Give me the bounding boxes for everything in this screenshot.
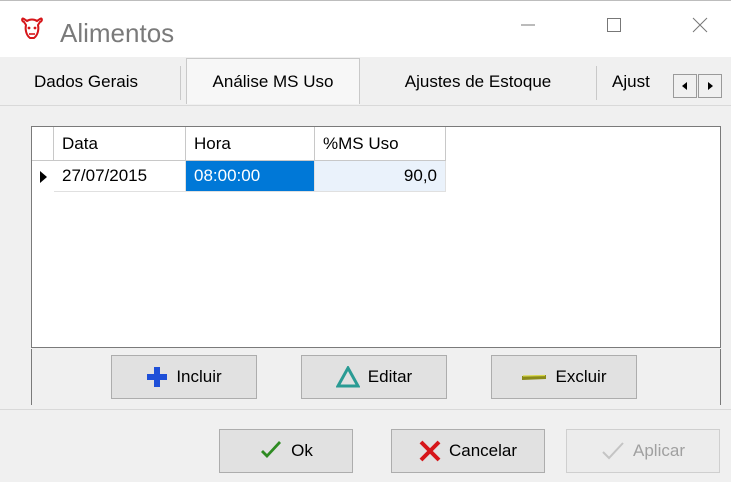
dialog-button-bar: Ok Cancelar Aplicar: [0, 410, 731, 482]
tab-label: Ajustes de Estoque: [404, 72, 552, 91]
minimize-button[interactable]: [505, 2, 551, 48]
checkmark-icon: [261, 441, 282, 458]
tab-ajustes-partial[interactable]: Ajust: [612, 60, 668, 104]
tab-label: Análise MS Uso: [212, 71, 334, 91]
window-title: Alimentos: [60, 18, 175, 48]
incluir-label: Incluir: [176, 367, 222, 386]
close-button[interactable]: [677, 2, 723, 48]
column-header-ms-uso[interactable]: %MS Uso: [315, 127, 446, 161]
title-bar[interactable]: Alimentos: [0, 1, 731, 57]
triangle-icon: [335, 366, 360, 388]
tab-separator: [596, 66, 597, 100]
table-cell-hora[interactable]: 08:00:00: [186, 161, 315, 192]
tab-label: Dados Gerais: [34, 72, 138, 91]
editar-button[interactable]: Editar: [301, 355, 447, 399]
editar-label: Editar: [367, 367, 413, 386]
arrow-left-icon: [682, 82, 687, 90]
maximize-button[interactable]: [591, 2, 637, 48]
checkmark-disabled-icon: [602, 442, 624, 460]
minimize-icon: [521, 24, 535, 26]
column-header-hora[interactable]: Hora: [186, 127, 315, 161]
tab-bar: Dados Gerais Análise MS Uso Ajustes de E…: [0, 58, 731, 106]
plus-icon: [147, 367, 168, 387]
tab-label: Ajust: [612, 72, 650, 91]
ok-label: Ok: [291, 441, 313, 460]
data-grid[interactable]: Data Hora %MS Uso 27/07/2015 08:00:00 90…: [31, 126, 721, 348]
tab-scroll-right-button[interactable]: [698, 74, 722, 98]
ok-button[interactable]: Ok: [219, 429, 353, 473]
minus-icon: [522, 374, 547, 380]
column-header-data[interactable]: Data: [54, 127, 186, 161]
tab-separator: [180, 66, 181, 100]
row-indicator-icon: [32, 161, 54, 192]
tab-ajustes-de-estoque[interactable]: Ajustes de Estoque: [378, 60, 578, 104]
close-icon: [692, 17, 708, 33]
excluir-label: Excluir: [555, 367, 607, 386]
maximize-icon: [607, 18, 621, 32]
arrow-right-icon: [708, 82, 713, 90]
cancelar-label: Cancelar: [448, 441, 518, 460]
tab-dados-gerais[interactable]: Dados Gerais: [8, 60, 164, 104]
incluir-button[interactable]: Incluir: [111, 355, 257, 399]
excluir-button[interactable]: Excluir: [491, 355, 637, 399]
cow-icon: [19, 15, 45, 41]
cancelar-button[interactable]: Cancelar: [391, 429, 545, 473]
tab-scroll-left-button[interactable]: [673, 74, 697, 98]
table-cell-ms-uso[interactable]: 90,0: [315, 161, 446, 192]
grid-corner: [32, 127, 54, 161]
x-mark-icon: [419, 440, 441, 462]
tab-analise-ms-uso[interactable]: Análise MS Uso: [186, 58, 360, 104]
aplicar-button[interactable]: Aplicar: [566, 429, 720, 473]
aplicar-label: Aplicar: [633, 441, 685, 460]
grid-button-strip: Incluir Editar Excluir: [31, 349, 721, 405]
table-cell-data[interactable]: 27/07/2015: [54, 161, 186, 192]
